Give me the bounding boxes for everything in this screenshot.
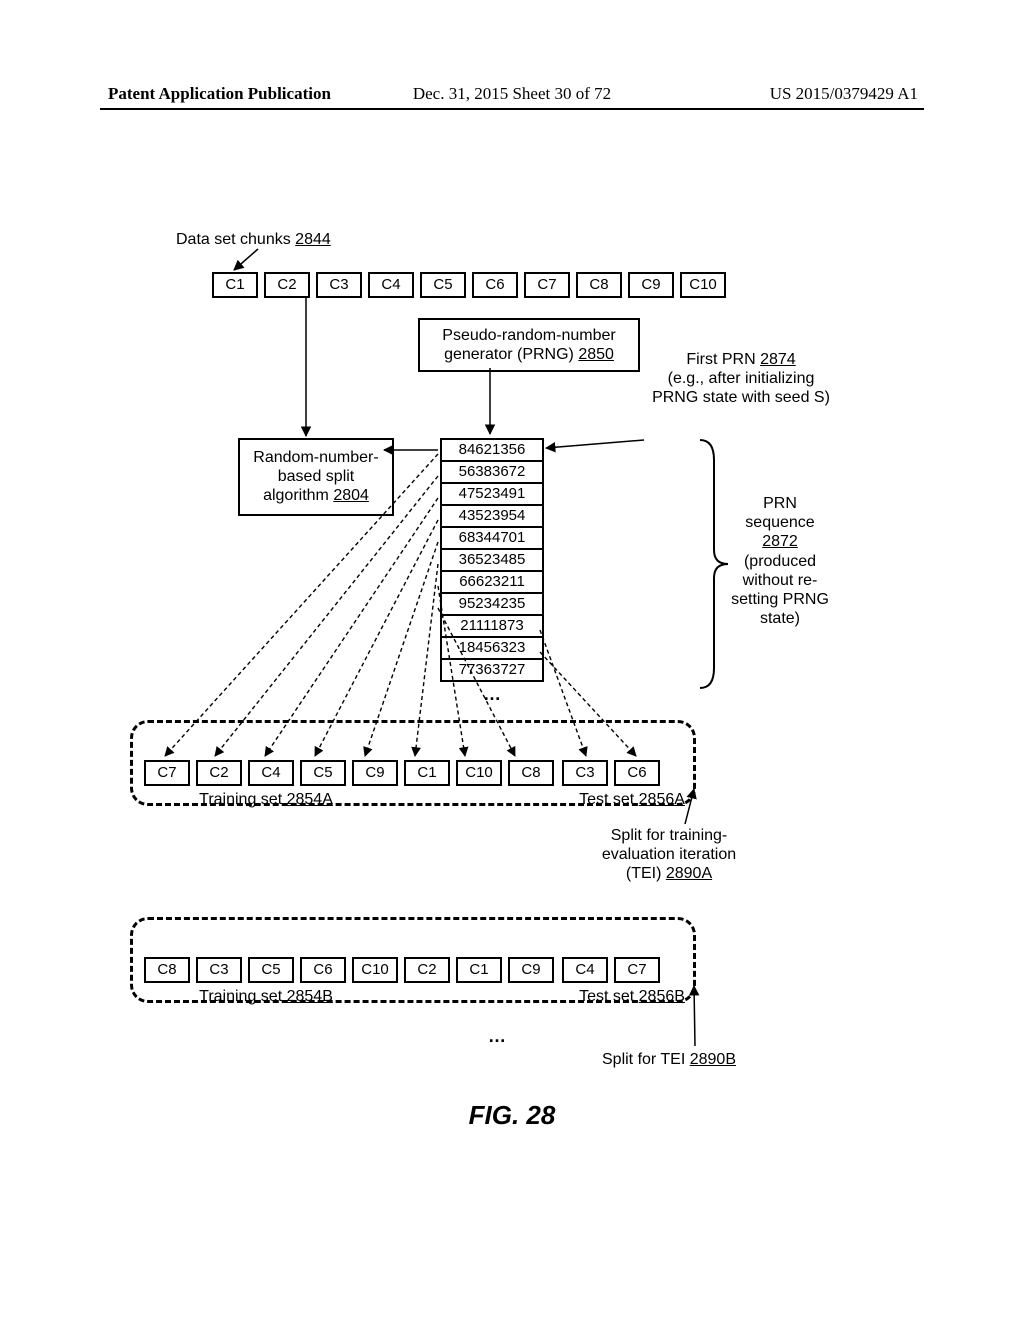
chunk: C2 bbox=[404, 957, 450, 983]
chunk: C5 bbox=[300, 760, 346, 786]
chunk: C7 bbox=[614, 957, 660, 983]
chunk: C3 bbox=[196, 957, 242, 983]
test-set-b: C4C7 bbox=[562, 957, 660, 983]
chunks-row-top: C1C2C3C4C5C6C7C8C9C10 bbox=[212, 272, 726, 298]
label-first-prn: First PRN 2874 (e.g., after initializing… bbox=[646, 350, 836, 408]
label-split-a: Split for training-evaluation iteration … bbox=[584, 826, 754, 884]
label-dataset-chunks: Data set chunks 2844 bbox=[176, 230, 366, 249]
header-left: Patent Application Publication bbox=[108, 84, 331, 104]
prn-value: 84621356 bbox=[440, 438, 544, 462]
label-prn-sequence: PRN sequence 2872 (produced without re-s… bbox=[730, 494, 830, 628]
header-right: US 2015/0379429 A1 bbox=[770, 84, 918, 104]
figure-caption: FIG. 28 bbox=[469, 1100, 556, 1131]
header-center: Dec. 31, 2015 Sheet 30 of 72 bbox=[413, 84, 611, 104]
prn-value: 77363727 bbox=[440, 660, 544, 682]
prn-value: 47523491 bbox=[440, 484, 544, 506]
chunk: C1 bbox=[456, 957, 502, 983]
chunk: C6 bbox=[614, 760, 660, 786]
prn-value: 56383672 bbox=[440, 462, 544, 484]
algorithm-box: Random-number-based split algorithm 2804 bbox=[238, 438, 394, 516]
chunk: C10 bbox=[680, 272, 726, 298]
test-set-a: C3C6 bbox=[562, 760, 660, 786]
chunk: C10 bbox=[456, 760, 502, 786]
chunk: C9 bbox=[628, 272, 674, 298]
prn-value: 36523485 bbox=[440, 550, 544, 572]
prn-value: 43523954 bbox=[440, 506, 544, 528]
label-split-b: Split for TEI 2890B bbox=[584, 1050, 754, 1069]
prn-value: 18456323 bbox=[440, 638, 544, 660]
prn-value: 95234235 bbox=[440, 594, 544, 616]
header-rule bbox=[100, 108, 924, 110]
prn-value: 21111873 bbox=[440, 616, 544, 638]
chunk: C9 bbox=[508, 957, 554, 983]
chunk: C10 bbox=[352, 957, 398, 983]
chunk: C7 bbox=[524, 272, 570, 298]
ellipsis: … bbox=[488, 1026, 506, 1048]
prn-column: 8462135656383672475234914352395468344701… bbox=[440, 438, 544, 706]
chunk: C6 bbox=[472, 272, 518, 298]
chunk: C4 bbox=[248, 760, 294, 786]
chunk: C8 bbox=[508, 760, 554, 786]
chunk: C1 bbox=[212, 272, 258, 298]
chunk: C6 bbox=[300, 957, 346, 983]
chunk: C7 bbox=[144, 760, 190, 786]
chunk: C5 bbox=[248, 957, 294, 983]
train-set-b: C8C3C5C6C10C2C1C9 bbox=[144, 957, 554, 983]
chunk: C3 bbox=[562, 760, 608, 786]
chunk: C8 bbox=[576, 272, 622, 298]
chunk: C4 bbox=[368, 272, 414, 298]
prn-value: 68344701 bbox=[440, 528, 544, 550]
train-set-a: C7C2C4C5C9C1C10C8 bbox=[144, 760, 554, 786]
chunk: C9 bbox=[352, 760, 398, 786]
prn-value: 66623211 bbox=[440, 572, 544, 594]
chunk: C5 bbox=[420, 272, 466, 298]
label-test-b: Test set 2856B bbox=[562, 987, 702, 1006]
prn-value: … bbox=[440, 682, 544, 706]
chunk: C1 bbox=[404, 760, 450, 786]
label-train-a: Training set 2854A bbox=[186, 790, 346, 809]
chunk: C3 bbox=[316, 272, 362, 298]
chunk: C4 bbox=[562, 957, 608, 983]
chunk: C8 bbox=[144, 957, 190, 983]
prng-box: Pseudo-random-number generator (PRNG) 28… bbox=[418, 318, 640, 372]
label-train-b: Training set 2854B bbox=[186, 987, 346, 1006]
chunk: C2 bbox=[264, 272, 310, 298]
chunk: C2 bbox=[196, 760, 242, 786]
label-test-a: Test set 2856A bbox=[562, 790, 702, 809]
